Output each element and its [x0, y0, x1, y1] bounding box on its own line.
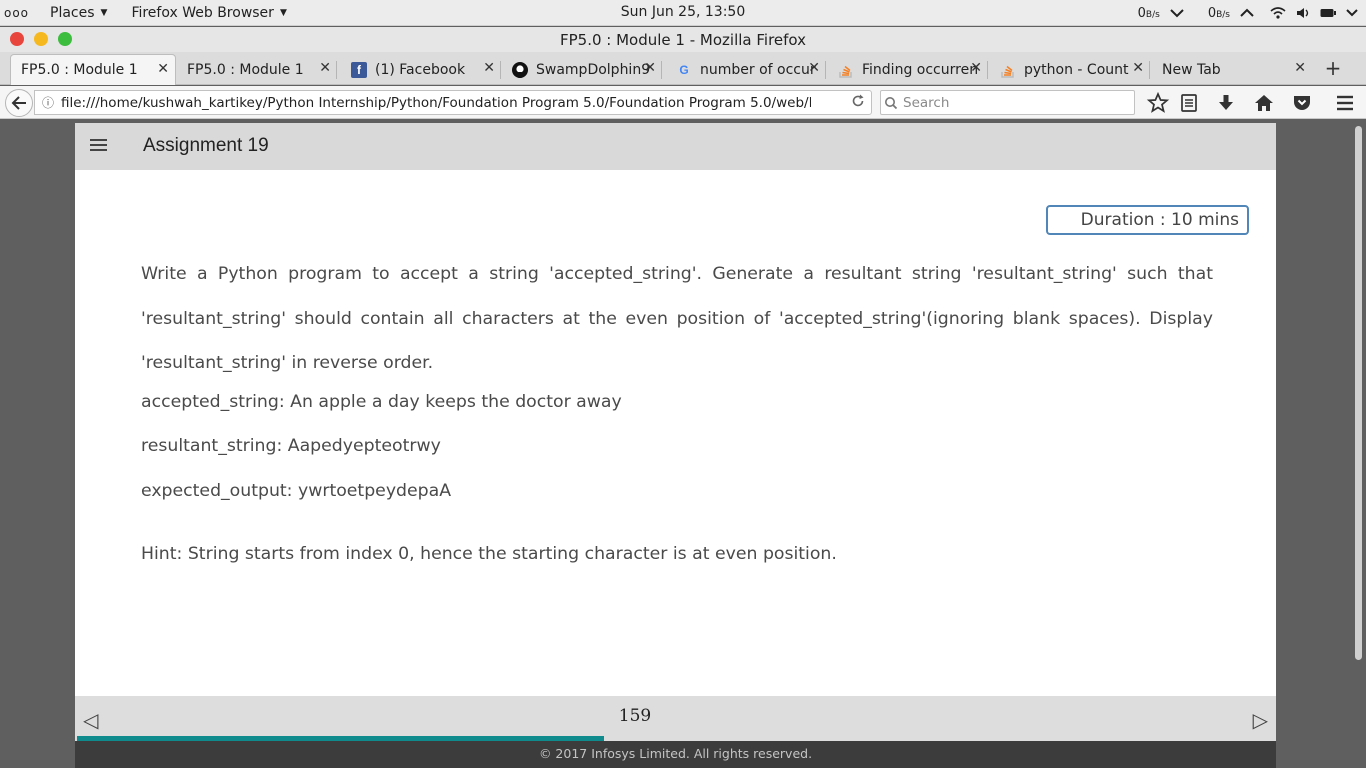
clock[interactable]: Sun Jun 25, 13:50 [621, 4, 745, 20]
tab-fp5-module1[interactable]: FP5.0 : Module 1 ✕ [177, 54, 337, 85]
close-tab-icon[interactable]: ✕ [1294, 60, 1306, 76]
hint-text: Hint: String starts from index 0, hence … [141, 544, 837, 564]
next-page-icon[interactable]: ▷ [1253, 708, 1268, 732]
example-resultant-string: resultant_string: Aapedyepteotrwy [141, 436, 441, 456]
tab-label: Finding occurren [862, 61, 979, 78]
app-menu[interactable]: Firefox Web Browser ▼ [131, 5, 286, 21]
close-tab-icon[interactable]: ✕ [644, 60, 656, 76]
app-menu-label: Firefox Web Browser [131, 4, 274, 21]
tab-new-tab[interactable]: New Tab ✕ [1152, 54, 1312, 85]
system-top-bar: ooo Places ▼ Firefox Web Browser ▼ Sun J… [0, 0, 1366, 26]
chevron-down-icon [1170, 9, 1184, 18]
tab-label: FP5.0 : Module 1 [21, 62, 138, 78]
home-icon[interactable] [1252, 91, 1276, 115]
wifi-icon [1270, 7, 1286, 19]
tab-strip: FP5.0 : Module 1 ✕ FP5.0 : Module 1 ✕ f … [0, 52, 1366, 85]
back-arrow-icon [11, 96, 26, 110]
places-label: Places [50, 4, 95, 21]
net-up-indicator: 0B/s [1207, 5, 1230, 21]
address-bar[interactable]: ⓘ file:///home/kushwah_kartikey/Python I… [34, 90, 872, 115]
assignment-title: Assignment 19 [143, 135, 269, 156]
github-icon [512, 61, 528, 78]
assignment-card: Assignment 19 Duration : 10 mins Write a… [75, 123, 1276, 768]
tab-label: (1) Facebook [375, 61, 466, 78]
scrollbar-thumb[interactable] [1355, 126, 1362, 660]
window-title: FP5.0 : Module 1 - Mozilla Firefox [559, 31, 807, 49]
search-bar[interactable] [880, 90, 1135, 115]
back-button[interactable] [5, 89, 33, 117]
assignment-content: Write a Python program to accept a strin… [141, 252, 1213, 564]
tab-label: New Tab [1162, 61, 1221, 78]
battery-icon [1320, 9, 1336, 17]
hamburger-menu-icon[interactable] [90, 139, 107, 154]
tab-label: SwampDolphin9 [536, 61, 651, 78]
chevron-up-icon [1240, 8, 1254, 17]
places-menu[interactable]: Places ▼ [50, 5, 107, 21]
new-tab-button[interactable]: + [1320, 56, 1346, 82]
stackoverflow-icon [1001, 65, 1014, 78]
pocket-icon[interactable] [1290, 91, 1314, 115]
close-tab-icon[interactable]: ✕ [483, 60, 495, 76]
chevron-down-icon [1346, 9, 1358, 17]
stackoverflow-icon [839, 65, 852, 78]
page-viewport: Assignment 19 Duration : 10 mins Write a… [0, 120, 1366, 768]
search-icon [885, 96, 898, 109]
activities-button[interactable]: ooo [0, 6, 50, 20]
tab-google-search[interactable]: G number of occur ✕ [666, 54, 826, 85]
tab-label: FP5.0 : Module 1 [187, 61, 304, 78]
volume-icon [1297, 8, 1309, 18]
page-number: 159 [618, 706, 652, 726]
download-icon[interactable] [1214, 91, 1238, 115]
close-tab-icon[interactable]: ✕ [1132, 60, 1144, 76]
system-tray[interactable]: 0B/s 0B/s [1138, 0, 1358, 26]
url-text[interactable]: file:///home/kushwah_kartikey/Python Int… [61, 95, 811, 111]
assignment-header: Assignment 19 [75, 123, 1276, 170]
problem-description: Write a Python program to accept a strin… [141, 264, 1213, 373]
tab-python-count[interactable]: python - Count ✕ [990, 54, 1150, 85]
caret-down-icon: ▼ [279, 7, 287, 18]
reading-list-icon[interactable] [1177, 91, 1201, 115]
copyright-footer: © 2017 Infosys Limited. All rights reser… [75, 741, 1276, 768]
facebook-icon: f [351, 61, 367, 78]
page-footer-nav: ◁ 159 ▷ [75, 696, 1276, 741]
tab-label: number of occur [700, 61, 816, 78]
close-tab-icon[interactable]: ✕ [319, 60, 331, 76]
google-icon: G [679, 62, 689, 77]
tab-facebook[interactable]: f (1) Facebook ✕ [341, 54, 501, 85]
bookmark-star-icon[interactable] [1146, 91, 1170, 115]
close-tab-icon[interactable]: ✕ [808, 60, 820, 76]
close-tab-icon[interactable]: ✕ [157, 61, 169, 77]
reload-icon[interactable] [851, 94, 865, 108]
example-expected-output: expected_output: ywrtoetpeydepaA [141, 481, 452, 501]
window-title-bar: FP5.0 : Module 1 - Mozilla Firefox [0, 27, 1366, 52]
caret-down-icon: ▼ [100, 7, 108, 18]
close-tab-icon[interactable]: ✕ [970, 60, 982, 76]
scrollbar[interactable] [1351, 120, 1366, 768]
search-input[interactable] [903, 94, 1123, 111]
duration-badge: Duration : 10 mins [1046, 205, 1249, 235]
tab-fp5-module1-active[interactable]: FP5.0 : Module 1 ✕ [10, 54, 176, 85]
tab-github[interactable]: SwampDolphin9 ✕ [502, 54, 662, 85]
tab-label: python - Count [1024, 61, 1129, 78]
tab-finding-occurrences[interactable]: Finding occurren ✕ [828, 54, 988, 85]
example-accepted-string: accepted_string: An apple a day keeps th… [141, 392, 622, 412]
info-icon[interactable]: ⓘ [35, 94, 61, 111]
menu-icon[interactable] [1333, 91, 1357, 115]
net-down-indicator: 0B/s [1137, 5, 1160, 21]
navigation-toolbar: ⓘ file:///home/kushwah_kartikey/Python I… [0, 86, 1366, 119]
